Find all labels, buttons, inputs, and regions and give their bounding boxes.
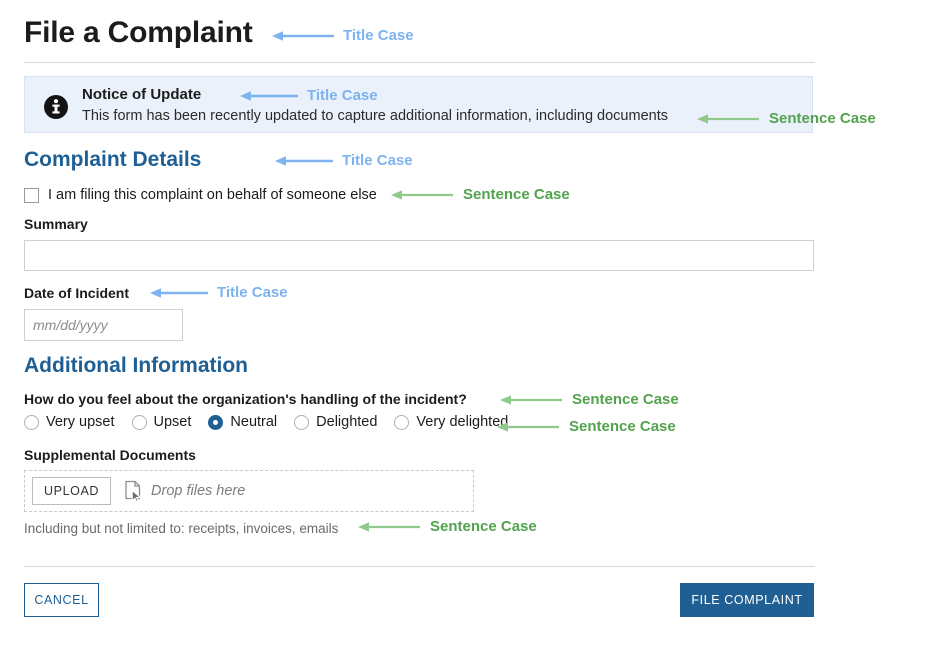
annotation-title-case-page-title: Title Case (272, 27, 414, 44)
cancel-button[interactable]: CANCEL (24, 583, 99, 617)
annotation-sentence-case-question: Sentence Case (500, 391, 679, 408)
feeling-question-label: How do you feel about the organization's… (24, 391, 467, 407)
arrow-left-icon (150, 287, 208, 298)
radio-label: Very upset (46, 414, 115, 430)
notice-body: This form has been recently updated to c… (82, 108, 668, 124)
arrow-left-icon (697, 113, 759, 124)
arrow-left-icon (500, 394, 562, 405)
arrow-left-icon (358, 521, 420, 532)
arrow-left-icon (240, 90, 298, 101)
notice-banner: Notice of Update This form has been rece… (24, 76, 813, 133)
file-complaint-button[interactable]: FILE COMPLAINT (680, 583, 814, 617)
complaint-form-page: File a Complaint Notice of Update This f… (0, 0, 935, 658)
dropzone-text: Drop files here (151, 483, 246, 499)
annotation-label: Sentence Case (569, 418, 676, 435)
annotation-label: Sentence Case (769, 110, 876, 127)
info-circle-icon (43, 94, 69, 120)
radio-option-very-upset[interactable]: Very upset (24, 414, 115, 430)
radio-circle[interactable] (294, 414, 310, 430)
annotation-label: Sentence Case (430, 518, 537, 535)
upload-button[interactable]: UPLOAD (32, 477, 112, 505)
radio-circle-selected[interactable] (208, 414, 224, 430)
annotation-label: Sentence Case (463, 186, 570, 203)
page-title: File a Complaint (24, 16, 253, 49)
additional-information-heading: Additional Information (24, 354, 248, 377)
annotation-label: Title Case (343, 27, 414, 44)
file-cursor-icon (124, 480, 144, 503)
radio-option-very-delighted[interactable]: Very delighted (394, 414, 508, 430)
radio-label: Very delighted (416, 414, 509, 430)
radio-circle[interactable] (24, 414, 39, 430)
radio-option-delighted[interactable]: Delighted (294, 414, 377, 430)
annotation-label: Sentence Case (572, 391, 679, 408)
supplemental-documents-label: Supplemental Documents (24, 447, 196, 463)
radio-label: Upset (153, 414, 192, 430)
annotation-title-case-date-label: Title Case (150, 284, 288, 301)
annotation-sentence-case-notice-body: Sentence Case (697, 110, 876, 127)
title-divider (24, 62, 815, 63)
radio-label: Neutral (230, 414, 278, 430)
radio-option-upset[interactable]: Upset (131, 414, 192, 430)
feeling-radio-group[interactable]: Very upset Upset Neutral Delighted Very … (24, 414, 525, 430)
footer-divider (24, 566, 815, 567)
file-dropzone[interactable]: UPLOAD Drop files here (24, 470, 474, 512)
behalf-checkbox[interactable] (24, 187, 39, 203)
annotation-title-case-notice-title: Title Case (240, 87, 378, 104)
date-of-incident-label: Date of Incident (24, 285, 130, 301)
behalf-checkbox-label: I am filing this complaint on behalf of … (48, 187, 377, 203)
radio-circle[interactable] (131, 414, 147, 430)
annotation-sentence-case-behalf-checkbox: Sentence Case (391, 186, 570, 203)
annotation-label: Title Case (342, 152, 413, 169)
arrow-left-icon (272, 30, 334, 41)
behalf-checkbox-row[interactable]: I am filing this complaint on behalf of … (24, 186, 377, 204)
radio-label: Delighted (316, 414, 378, 430)
arrow-left-icon (497, 421, 559, 432)
annotation-sentence-case-help-text: Sentence Case (358, 518, 537, 535)
annotation-label: Title Case (307, 87, 378, 104)
annotation-title-case-complaint-details: Title Case (275, 152, 413, 169)
documents-help-text: Including but not limited to: receipts, … (24, 521, 339, 536)
summary-label: Summary (24, 216, 88, 232)
annotation-label: Title Case (217, 284, 288, 301)
arrow-left-icon (391, 189, 453, 200)
complaint-details-heading: Complaint Details (24, 148, 202, 171)
date-of-incident-input[interactable] (24, 309, 183, 341)
arrow-left-icon (275, 155, 333, 166)
notice-title: Notice of Update (82, 86, 202, 103)
radio-circle[interactable] (394, 414, 410, 430)
radio-option-neutral[interactable]: Neutral (208, 414, 277, 430)
summary-input[interactable] (24, 240, 814, 271)
annotation-sentence-case-radio-options: Sentence Case (497, 418, 676, 435)
